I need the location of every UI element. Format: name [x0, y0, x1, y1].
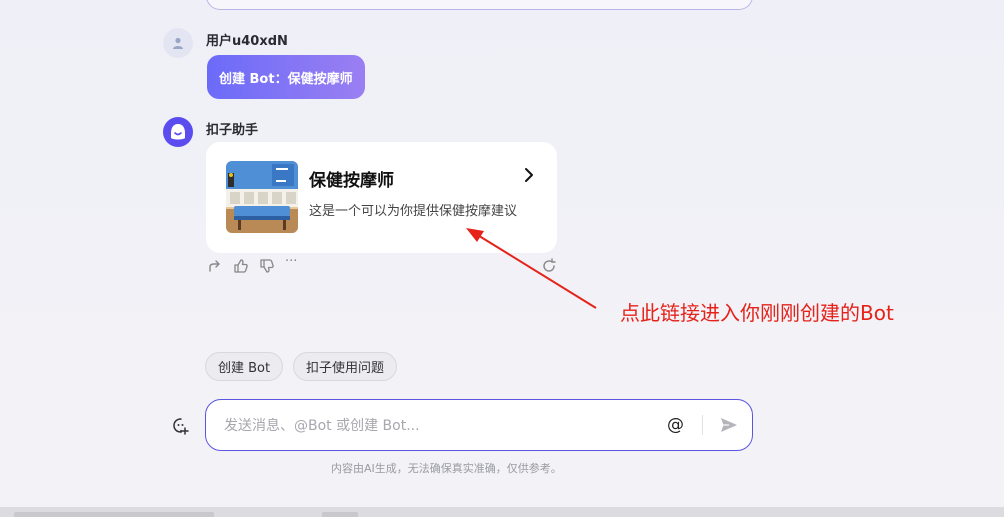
ai-disclaimer: 内容由AI生成，无法确保真实准确，仅供参考。 [331, 462, 562, 475]
composer-divider [702, 415, 703, 435]
taskbar-item[interactable] [322, 512, 358, 517]
send-icon[interactable] [719, 415, 739, 435]
mention-at-icon[interactable]: @ [667, 415, 684, 435]
new-chat-icon[interactable] [172, 417, 190, 435]
suggestion-create-bot[interactable]: 创建 Bot [205, 352, 284, 381]
taskbar-item[interactable] [14, 512, 214, 517]
message-input[interactable] [222, 412, 656, 440]
message-composer: @ [205, 399, 753, 451]
annotation-text: 点此链接进入你刚刚创建的Bot [620, 301, 894, 325]
taskbar [0, 507, 1004, 517]
suggestion-usage-questions[interactable]: 扣子使用问题 [293, 352, 398, 381]
